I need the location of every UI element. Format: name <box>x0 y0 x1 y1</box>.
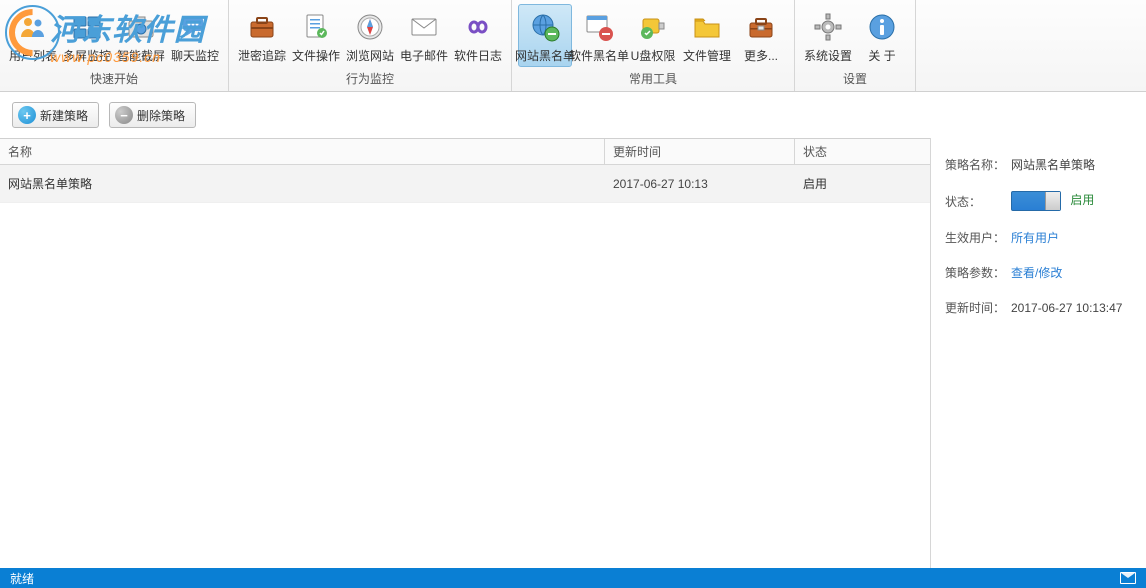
ribbon-item-label: U盘权限 <box>631 47 676 64</box>
ribbon-item-label: 文件管理 <box>683 47 731 64</box>
folder-icon <box>691 11 723 43</box>
ribbon-item-users[interactable]: 用户列表 <box>6 4 60 67</box>
ribbon-item-label: 关 于 <box>868 47 895 64</box>
column-header-time[interactable]: 更新时间 <box>605 139 795 164</box>
ribbon-item-label: 文件操作 <box>292 47 340 64</box>
window-block-icon <box>583 11 615 43</box>
file-ops-icon <box>300 11 332 43</box>
add-icon: + <box>18 106 36 124</box>
status-toggle-text: 启用 <box>1070 193 1094 207</box>
ribbon-item-folder[interactable]: 文件管理 <box>680 4 734 67</box>
camera-icon <box>125 11 157 43</box>
detail-name-label: 策略名称： <box>945 156 1011 173</box>
infinity-icon <box>462 11 494 43</box>
ribbon-group: 系统设置关 于设置 <box>795 0 916 91</box>
ribbon-group-title: 快速开始 <box>0 67 228 91</box>
usb-auth-icon <box>637 11 669 43</box>
detail-name-value: 网站黑名单策略 <box>1011 156 1132 173</box>
delete-policy-button[interactable]: − 删除策略 <box>109 102 196 128</box>
ribbon-group: 网站黑名单软件黑名单U盘权限文件管理更多... 常用工具 <box>512 0 795 91</box>
toolbar: + 新建策略 − 删除策略 <box>0 92 1146 138</box>
detail-status-value: 启用 <box>1011 191 1132 211</box>
detail-panel: 策略名称： 网站黑名单策略 状态： 启用 生效用户： 所有用户 策略参数： 查看… <box>930 138 1146 570</box>
detail-users-link[interactable]: 所有用户 <box>1011 231 1059 245</box>
ribbon-item-briefcase[interactable]: 泄密追踪 <box>235 4 289 67</box>
new-policy-button[interactable]: + 新建策略 <box>12 102 99 128</box>
detail-params-label: 策略参数： <box>945 264 1011 281</box>
ribbon-group-title: 行为监控 <box>229 67 511 91</box>
ribbon-item-label: 网站黑名单 <box>515 47 575 64</box>
status-text: 就绪 <box>10 570 34 587</box>
ribbon-group: 用户列表多屏监控智能截屏聊天监控快速开始 <box>0 0 229 91</box>
ribbon-item-label: 聊天监控 <box>171 47 219 64</box>
ribbon-group-title: 设置 <box>795 67 915 91</box>
ribbon-item-label: 泄密追踪 <box>238 47 286 64</box>
delete-policy-label: 删除策略 <box>137 107 185 124</box>
briefcase-icon <box>246 11 278 43</box>
table-row[interactable]: 网站黑名单策略 2017-06-27 10:13 启用 <box>0 165 930 203</box>
ribbon-item-label: 软件日志 <box>454 47 502 64</box>
column-header-name[interactable]: 名称 <box>0 139 605 164</box>
list-header: 名称 更新时间 状态 <box>0 139 930 165</box>
ribbon-item-label: 浏览网站 <box>346 47 394 64</box>
ribbon-item-globe-block[interactable]: 网站黑名单 <box>518 4 572 67</box>
main-content: 名称 更新时间 状态 网站黑名单策略 2017-06-27 10:13 启用 策… <box>0 138 1146 570</box>
compass-icon <box>354 11 386 43</box>
ribbon-item-gear[interactable]: 系统设置 <box>801 4 855 67</box>
detail-status-label: 状态： <box>945 193 1011 210</box>
ribbon-item-multi-screen[interactable]: 多屏监控 <box>60 4 114 67</box>
ribbon-item-infinity[interactable]: 软件日志 <box>451 4 505 67</box>
toolbox-icon <box>745 11 777 43</box>
row-name: 网站黑名单策略 <box>0 175 605 192</box>
status-toggle[interactable] <box>1011 191 1061 211</box>
ribbon-item-label: 更多... <box>744 47 778 64</box>
list-body: 网站黑名单策略 2017-06-27 10:13 启用 <box>0 165 930 203</box>
info-icon <box>866 11 898 43</box>
ribbon-item-file-ops[interactable]: 文件操作 <box>289 4 343 67</box>
ribbon-item-label: 系统设置 <box>804 47 852 64</box>
row-time: 2017-06-27 10:13 <box>605 177 795 191</box>
ribbon-group: 泄密追踪文件操作浏览网站电子邮件软件日志行为监控 <box>229 0 512 91</box>
ribbon-group-title: 常用工具 <box>512 67 794 91</box>
ribbon-item-label: 电子邮件 <box>400 47 448 64</box>
row-status: 启用 <box>795 175 930 192</box>
ribbon-item-usb-auth[interactable]: U盘权限 <box>626 4 680 67</box>
policy-list: 名称 更新时间 状态 网站黑名单策略 2017-06-27 10:13 启用 <box>0 138 930 570</box>
ribbon-item-label: 智能截屏 <box>117 47 165 64</box>
mail-icon[interactable] <box>1120 572 1136 584</box>
ribbon-item-info[interactable]: 关 于 <box>855 4 909 67</box>
users-icon <box>17 11 49 43</box>
detail-time-label: 更新时间： <box>945 299 1011 316</box>
detail-time-value: 2017-06-27 10:13:47 <box>1011 301 1132 315</box>
detail-users-label: 生效用户： <box>945 229 1011 246</box>
ribbon-item-mail[interactable]: 电子邮件 <box>397 4 451 67</box>
new-policy-label: 新建策略 <box>40 107 88 124</box>
column-header-status[interactable]: 状态 <box>795 139 930 164</box>
ribbon-item-camera[interactable]: 智能截屏 <box>114 4 168 67</box>
minus-icon: − <box>115 106 133 124</box>
mail-icon <box>408 11 440 43</box>
ribbon-item-compass[interactable]: 浏览网站 <box>343 4 397 67</box>
ribbon-item-window-block[interactable]: 软件黑名单 <box>572 4 626 67</box>
chat-icon <box>179 11 211 43</box>
gear-icon <box>812 11 844 43</box>
ribbon-item-label: 用户列表 <box>9 47 57 64</box>
ribbon-item-label: 多屏监控 <box>63 47 111 64</box>
ribbon-item-toolbox[interactable]: 更多... <box>734 4 788 67</box>
ribbon-item-chat[interactable]: 聊天监控 <box>168 4 222 67</box>
ribbon-item-label: 软件黑名单 <box>569 47 629 64</box>
detail-params-link[interactable]: 查看/修改 <box>1011 266 1062 280</box>
globe-block-icon <box>529 11 561 43</box>
multi-screen-icon <box>71 11 103 43</box>
status-bar: 就绪 <box>0 568 1146 588</box>
ribbon: 用户列表多屏监控智能截屏聊天监控快速开始泄密追踪文件操作浏览网站电子邮件软件日志… <box>0 0 1146 92</box>
